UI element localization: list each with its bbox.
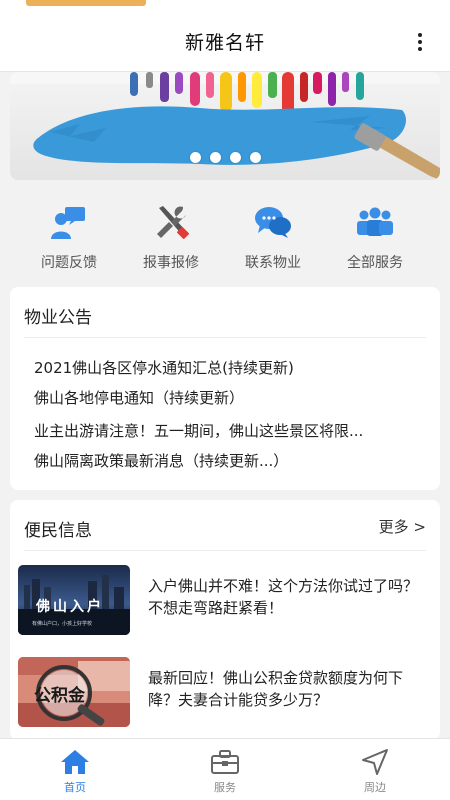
paint-splash-illustration	[10, 72, 440, 180]
tab-services[interactable]: 服务	[150, 739, 300, 800]
divider	[24, 550, 426, 551]
chat-bubbles-icon	[253, 202, 293, 242]
tab-label: 周边	[364, 781, 386, 794]
announcement-item[interactable]: 业主出游请注意！五一期间，佛山这些景区将限...	[34, 420, 363, 441]
thumbnail-caption: 佛山入户	[35, 598, 104, 615]
tab-label: 服务	[214, 781, 236, 794]
quick-action-repair[interactable]: 报事报修	[120, 188, 222, 278]
quick-action-label: 全部服务	[347, 255, 403, 271]
news-thumbnail: 公积金	[18, 657, 130, 727]
info-title: 便民信息	[24, 521, 92, 541]
divider	[24, 337, 426, 338]
news-item[interactable]: 佛山入户 有佛山户口，小孩上好学校 入户佛山并不难！这个方法你试过了吗？不想走弯…	[18, 565, 432, 637]
bottom-tab-bar: 首页 服务 周边	[0, 738, 450, 800]
carousel-indicators	[190, 152, 261, 163]
carousel-dot[interactable]	[250, 152, 261, 163]
quick-actions: 问题反馈 报事报修 联系物业 全部服务	[0, 188, 450, 278]
status-bar-clipped-content	[26, 0, 146, 6]
page-title: 新雅名轩	[184, 32, 265, 54]
quick-action-label: 联系物业	[245, 255, 301, 271]
navigation-arrow-icon	[360, 747, 390, 777]
quick-action-label: 问题反馈	[41, 255, 97, 271]
thumbnail-caption: 公积金	[34, 685, 86, 706]
tab-nearby[interactable]: 周边	[300, 739, 450, 800]
people-group-icon	[355, 202, 395, 242]
home-icon	[60, 747, 90, 777]
toolbox-icon	[210, 747, 240, 777]
tab-label: 首页	[64, 781, 86, 794]
announcement-item[interactable]: 佛山隔离政策最新消息（持续更新...）	[34, 450, 288, 471]
news-item[interactable]: 公积金 最新回应！佛山公积金贷款额度为何下降？夫妻合计能贷多少万？	[18, 657, 432, 729]
quick-action-all-services[interactable]: 全部服务	[324, 188, 426, 278]
convenience-info-card: 便民信息 更多 > 佛山入户 有佛山户口，小孩上好学校 入户佛山并不难！这个方法…	[10, 500, 440, 740]
status-bar	[0, 0, 450, 12]
thumbnail-subcaption: 有佛山户口，小孩上好学校	[32, 620, 92, 627]
news-title: 入户佛山并不难！这个方法你试过了吗？不想走弯路赶紧看！	[148, 577, 419, 617]
more-options-icon[interactable]	[408, 30, 432, 54]
carousel-dot[interactable]	[230, 152, 241, 163]
carousel-dot[interactable]	[190, 152, 201, 163]
announcements-card: 物业公告 2021佛山各区停水通知汇总(持续更新) 佛山各地停电通知（持续更新）…	[10, 287, 440, 490]
wrench-screwdriver-icon	[151, 202, 191, 242]
quick-action-label: 报事报修	[143, 255, 199, 271]
carousel-dot[interactable]	[210, 152, 221, 163]
banner-carousel[interactable]	[10, 72, 440, 180]
more-link[interactable]: 更多 >	[379, 516, 426, 537]
announcement-item[interactable]: 佛山各地停电通知（持续更新）	[34, 387, 244, 408]
news-thumbnail: 佛山入户 有佛山户口，小孩上好学校	[18, 565, 130, 635]
announcements-title: 物业公告	[24, 308, 92, 328]
feedback-person-icon	[49, 202, 89, 242]
tab-home[interactable]: 首页	[0, 739, 150, 800]
announcement-item[interactable]: 2021佛山各区停水通知汇总(持续更新)	[34, 357, 294, 378]
quick-action-feedback[interactable]: 问题反馈	[18, 188, 120, 278]
quick-action-contact[interactable]: 联系物业	[222, 188, 324, 278]
news-title: 最新回应！佛山公积金贷款额度为何下降？夫妻合计能贷多少万？	[148, 669, 404, 709]
app-header: 新雅名轩	[0, 12, 450, 72]
